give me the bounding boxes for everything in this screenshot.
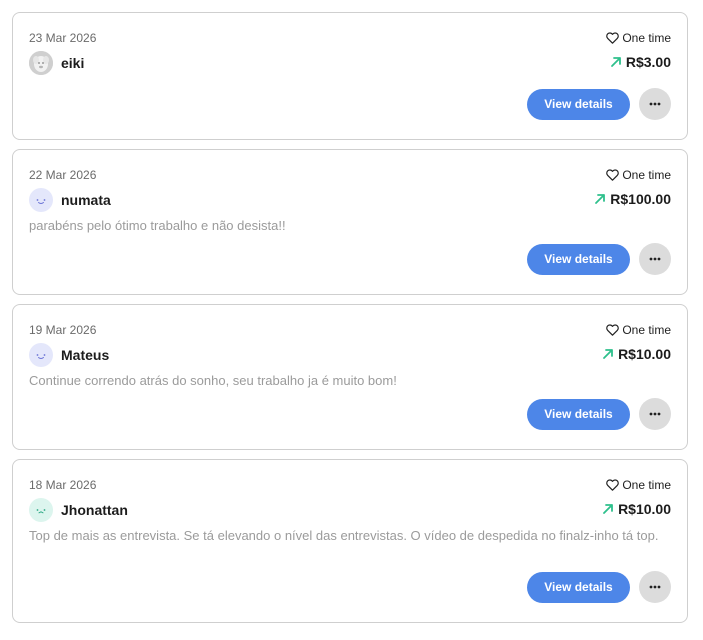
donation-type-label: One time [622,31,671,45]
heart-outline-icon [606,324,620,336]
donation-type-label: One time [622,478,671,492]
more-horizontal-icon [649,102,661,106]
donation-list: 23 Mar 2026 eiki One time R$3.00 View de… [12,12,688,632]
donation-type-label: One time [622,323,671,337]
smiley-avatar-icon [36,199,46,204]
donation-actions: View details [527,243,671,275]
donation-amount: R$100.00 [594,190,671,208]
donation-date: 19 Mar 2026 [29,323,97,337]
donation-actions: View details [527,398,671,430]
more-options-button[interactable] [639,398,671,430]
donation-amount-value: R$10.00 [618,346,671,362]
more-options-button[interactable] [639,243,671,275]
arrow-up-right-icon [610,57,621,67]
donation-message: Top de mais as entrevista. Se tá elevand… [29,528,659,543]
donation-amount: R$10.00 [602,500,671,518]
avatar [29,188,53,212]
arrow-up-right-icon [603,349,613,359]
avatar [29,343,53,367]
donation-type: One time [606,478,671,492]
donor-info: Mateus [29,343,109,367]
donation-date: 23 Mar 2026 [29,31,97,45]
photo-avatar-icon [29,51,53,75]
donation-date: 18 Mar 2026 [29,478,97,492]
donation-amount: R$3.00 [610,53,671,71]
donor-info: Jhonattan [29,498,128,522]
donation-type: One time [606,323,671,337]
heart-outline-icon [606,32,620,44]
more-horizontal-icon [649,585,661,589]
heart-outline-icon [606,479,620,491]
donor-name: Mateus [61,347,110,363]
donor-info: eiki [29,51,84,75]
donation-card: 22 Mar 2026 numata One time R$100.00 par… [12,149,688,295]
donation-card: 23 Mar 2026 eiki One time R$3.00 View de… [12,12,688,140]
donation-type: One time [606,168,671,182]
heart-outline-icon [606,169,620,181]
donation-actions: View details [527,571,671,603]
donor-name: eiki [61,55,85,71]
view-details-button[interactable]: View details [527,398,630,430]
view-details-button[interactable]: View details [527,571,630,603]
donor-name: Jhonattan [61,502,128,518]
more-horizontal-icon [649,257,661,261]
view-details-button[interactable]: View details [527,88,630,120]
donor-info: numata [29,188,111,212]
more-horizontal-icon [649,412,661,416]
donation-amount-value: R$3.00 [625,54,671,70]
donation-card: 18 Mar 2026 Jhonattan One time R$10.00 T… [12,459,688,623]
more-options-button[interactable] [639,571,671,603]
avatar [29,498,53,522]
avatar [29,51,53,75]
donation-message: parabéns pelo ótimo trabalho e não desis… [29,218,286,233]
more-options-button[interactable] [639,88,671,120]
donation-card: 19 Mar 2026 Mateus One time R$10.00 Cont… [12,304,688,450]
arrow-up-right-icon [603,504,613,514]
donation-date: 22 Mar 2026 [29,168,97,182]
donation-actions: View details [527,88,671,120]
donation-amount: R$10.00 [602,345,671,363]
donation-type: One time [606,31,671,45]
donation-message: Continue correndo atrás do sonho, seu tr… [29,373,397,388]
donation-type-label: One time [622,168,671,182]
smiley-avatar-icon [36,509,46,514]
arrow-up-right-icon [595,194,606,204]
donation-amount-value: R$10.00 [618,501,671,517]
smiley-avatar-icon [36,354,46,359]
donor-name: numata [61,192,111,208]
view-details-button[interactable]: View details [527,243,630,275]
donation-amount-value: R$100.00 [610,191,671,207]
